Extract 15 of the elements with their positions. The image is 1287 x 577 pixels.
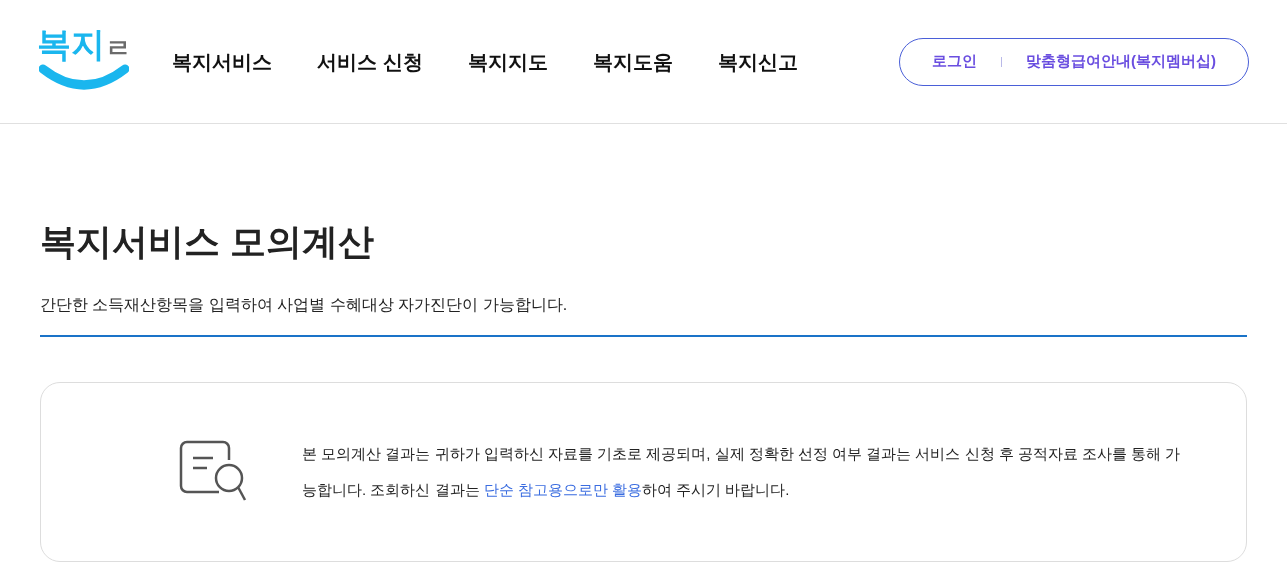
notice-text: 본 모의계산 결과는 귀하가 입력하신 자료를 기초로 제공되며, 실제 정확한 선정 여부 결과는 서비스 신청 후 공적자료 조사를 통해 가능합니다. 조회하신 결과는 단순 참고용으로만 활용하여 주시기 바랍니다. (302, 444, 1182, 500)
account-link[interactable]: 맞춤형급여안내(복지멤버십) (1026, 50, 1216, 73)
logo-text: ㄹ (105, 34, 131, 61)
nav-link[interactable]: 복지서비스 (172, 46, 272, 77)
notice-link[interactable]: 단순 참고용으로만 활용 (483, 481, 642, 498)
account-link[interactable]: 로그인 (932, 50, 977, 73)
nav-link[interactable]: 서비스 신청 (317, 46, 423, 77)
smile-icon (39, 62, 129, 91)
page-title: 복지서비스 모의계산 (40, 224, 375, 260)
page-subtitle: 간단한 소득재산항목을 입력하여 사업별 수혜대상 자가진단이 가능합니다. (40, 293, 1247, 337)
logo-text: 복지 (37, 26, 105, 61)
logo[interactable]: 복지 ㄹ (38, 16, 130, 107)
nav-link[interactable]: 복지지도 (467, 46, 548, 77)
nav-link[interactable]: 복지도움 (592, 46, 673, 77)
nav-link[interactable]: 복지신고 (717, 46, 798, 77)
